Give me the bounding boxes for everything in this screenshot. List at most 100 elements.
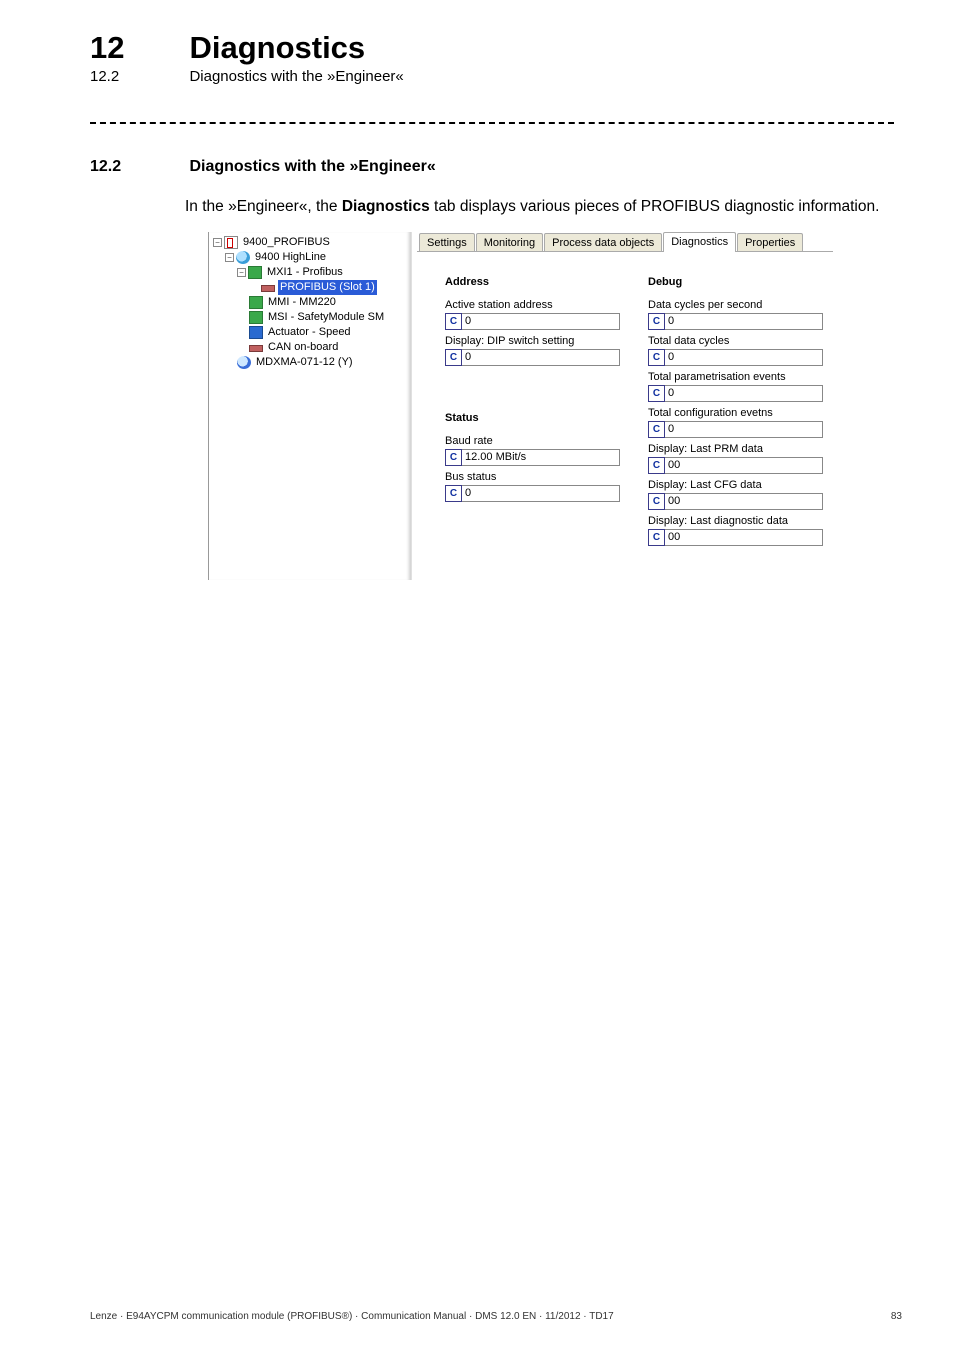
field-label: Display: DIP switch setting — [445, 334, 620, 348]
code-icon: C — [648, 421, 665, 438]
tree-node-motor[interactable]: MDXMA-071-12 (Y) — [213, 355, 409, 370]
project-tree[interactable]: − 9400_PROFIBUS − 9400 HighLine − MXI1 -… — [209, 232, 412, 580]
project-icon — [224, 236, 238, 249]
tree-node-root[interactable]: − 9400_PROFIBUS — [213, 235, 409, 250]
right-column: Debug Data cycles per second C 0 Total d… — [648, 276, 823, 550]
value-readout: 00 — [665, 529, 823, 546]
value-box[interactable]: C 0 — [648, 421, 823, 438]
intro-pre: In the »Engineer«, the — [185, 198, 342, 215]
tab-settings[interactable]: Settings — [419, 233, 475, 251]
page-footer: Lenze · E94AYCPM communication module (P… — [90, 1311, 902, 1322]
field-last-cfg-data: Display: Last CFG data C 00 — [648, 478, 823, 510]
intro-bold: Diagnostics — [342, 198, 430, 215]
tab-process-data-objects[interactable]: Process data objects — [544, 233, 662, 251]
code-icon: C — [445, 313, 462, 330]
value-box[interactable]: C 0 — [445, 349, 620, 366]
field-label: Display: Last PRM data — [648, 442, 823, 456]
tab-strip: Settings Monitoring Process data objects… — [417, 232, 833, 252]
code-icon: C — [445, 485, 462, 502]
section-heading-number: 12.2 — [90, 158, 185, 176]
field-data-cycles-per-second: Data cycles per second C 0 — [648, 298, 823, 330]
tree-node-mxi1[interactable]: − MXI1 - Profibus — [213, 265, 409, 280]
tree-node-actuator[interactable]: Actuator - Speed — [213, 325, 409, 340]
actuator-icon — [249, 326, 263, 339]
chapter-subheading: 12.2 Diagnostics with the »Engineer« — [90, 68, 894, 86]
tree-node-msi[interactable]: MSI - SafetyModule SM — [213, 310, 409, 325]
value-readout: 0 — [462, 313, 620, 330]
value-box[interactable]: C 0 — [648, 313, 823, 330]
value-box[interactable]: C 0 — [445, 485, 620, 502]
value-readout: 12.00 MBit/s — [462, 449, 620, 466]
module-icon — [249, 296, 263, 309]
value-box[interactable]: C 0 — [445, 313, 620, 330]
subsection-title: Diagnostics with the »Engineer« — [189, 68, 403, 85]
chapter-title: Diagnostics — [189, 30, 365, 66]
field-label: Total data cycles — [648, 334, 823, 348]
field-label: Baud rate — [445, 434, 620, 448]
tree-node-highline[interactable]: − 9400 HighLine — [213, 250, 409, 265]
engineer-screenshot: − 9400_PROFIBUS − 9400 HighLine − MXI1 -… — [208, 232, 833, 580]
code-icon: C — [445, 449, 462, 466]
tree-label: MXI1 - Profibus — [265, 265, 345, 280]
expander-icon[interactable]: − — [213, 238, 222, 247]
value-readout: 00 — [665, 493, 823, 510]
code-icon: C — [648, 349, 665, 366]
value-box[interactable]: C 00 — [648, 493, 823, 510]
field-label: Total parametrisation events — [648, 370, 823, 384]
footer-text: Lenze · E94AYCPM communication module (P… — [90, 1311, 614, 1322]
chapter-number: 12 — [90, 30, 185, 66]
code-icon: C — [648, 385, 665, 402]
intro-paragraph: In the »Engineer«, the Diagnostics tab d… — [185, 198, 894, 216]
tab-properties[interactable]: Properties — [737, 233, 803, 251]
tree-label: MMI - MM220 — [266, 295, 338, 310]
module-icon — [249, 311, 263, 324]
expander-icon[interactable]: − — [225, 253, 234, 262]
intro-post: tab displays various pieces of PROFIBUS … — [430, 198, 880, 215]
tab-diagnostics[interactable]: Diagnostics — [663, 232, 736, 252]
value-box[interactable]: C 12.00 MBit/s — [445, 449, 620, 466]
page-number: 83 — [891, 1311, 902, 1322]
field-label: Active station address — [445, 298, 620, 312]
diagnostics-panel: Address Active station address C 0 Displ… — [417, 252, 833, 580]
code-icon: C — [648, 529, 665, 546]
subsection-number: 12.2 — [90, 68, 185, 85]
value-box[interactable]: C 00 — [648, 529, 823, 546]
field-label: Data cycles per second — [648, 298, 823, 312]
value-readout: 0 — [665, 313, 823, 330]
field-active-station-address: Active station address C 0 — [445, 298, 620, 330]
tree-node-profibus-slot1[interactable]: PROFIBUS (Slot 1) — [213, 280, 409, 295]
group-heading-address: Address — [445, 276, 620, 288]
field-dip-switch-setting: Display: DIP switch setting C 0 — [445, 334, 620, 366]
device-icon — [236, 251, 250, 264]
value-readout: 0 — [665, 349, 823, 366]
module-icon — [248, 266, 262, 279]
expander-icon[interactable]: − — [237, 268, 246, 277]
tree-label: 9400_PROFIBUS — [241, 235, 332, 250]
value-readout: 0 — [462, 485, 620, 502]
code-icon: C — [648, 313, 665, 330]
tree-label: Actuator - Speed — [266, 325, 353, 340]
section-heading: 12.2 Diagnostics with the »Engineer« — [90, 158, 894, 176]
tree-label: 9400 HighLine — [253, 250, 328, 265]
value-readout: 0 — [462, 349, 620, 366]
code-icon: C — [648, 457, 665, 474]
motor-icon — [237, 356, 251, 369]
tree-node-can[interactable]: CAN on-board — [213, 340, 409, 355]
value-box[interactable]: C 0 — [648, 349, 823, 366]
field-label: Bus status — [445, 470, 620, 484]
tree-label-selected: PROFIBUS (Slot 1) — [278, 280, 377, 295]
tab-monitoring[interactable]: Monitoring — [476, 233, 543, 251]
field-total-parametrisation-events: Total parametrisation events C 0 — [648, 370, 823, 402]
value-readout: 0 — [665, 421, 823, 438]
field-baud-rate: Baud rate C 12.00 MBit/s — [445, 434, 620, 466]
group-heading-status: Status — [445, 412, 620, 424]
field-total-configuration-events: Total configuration evetns C 0 — [648, 406, 823, 438]
field-last-prm-data: Display: Last PRM data C 00 — [648, 442, 823, 474]
value-readout: 0 — [665, 385, 823, 402]
value-box[interactable]: C 00 — [648, 457, 823, 474]
value-box[interactable]: C 0 — [648, 385, 823, 402]
field-last-diagnostic-data: Display: Last diagnostic data C 00 — [648, 514, 823, 546]
tree-node-mmi[interactable]: MMI - MM220 — [213, 295, 409, 310]
field-label: Display: Last diagnostic data — [648, 514, 823, 528]
tree-label: CAN on-board — [266, 340, 340, 355]
